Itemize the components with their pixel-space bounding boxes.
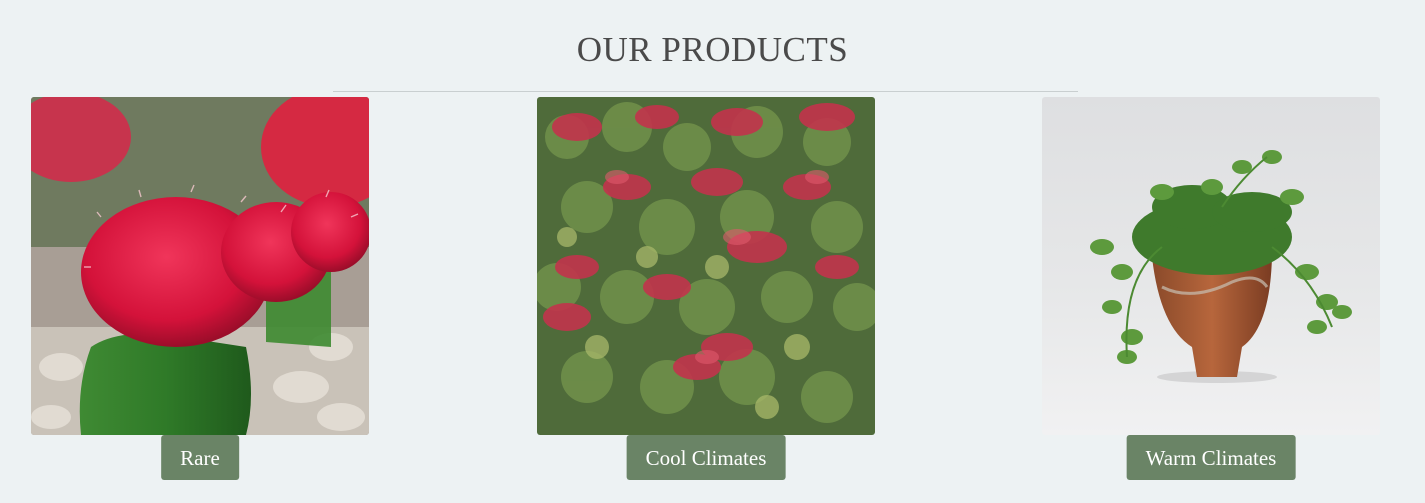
product-image-warm-climates[interactable] bbox=[1042, 97, 1380, 435]
cool-climates-button[interactable]: Cool Climates bbox=[626, 435, 786, 480]
product-card-warm-climates: Warm Climates bbox=[1042, 97, 1380, 480]
product-card-rare: Rare bbox=[31, 97, 369, 480]
product-card-cool-climates: Cool Climates bbox=[537, 97, 875, 480]
section-title: OUR PRODUCTS bbox=[576, 30, 849, 69]
warm-climates-button[interactable]: Warm Climates bbox=[1126, 435, 1296, 480]
section-divider bbox=[333, 91, 1078, 92]
product-image-cool-climates[interactable] bbox=[537, 97, 875, 435]
rare-button[interactable]: Rare bbox=[161, 435, 239, 480]
products-page: OUR PRODUCTS Rare Cool Climates Warm Cli… bbox=[0, 0, 1425, 503]
product-image-rare[interactable] bbox=[31, 97, 369, 435]
